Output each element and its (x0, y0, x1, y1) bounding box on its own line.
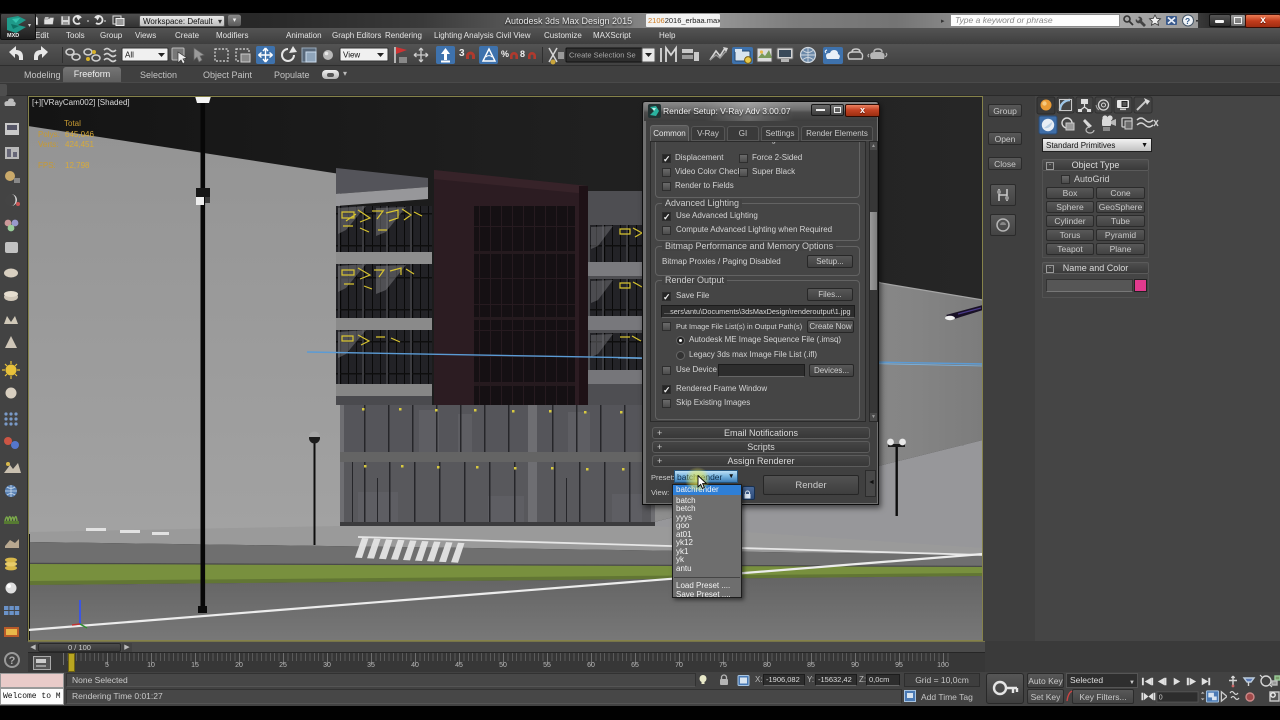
svg-text:3: 3 (459, 48, 465, 59)
svg-text:8: 8 (520, 49, 525, 59)
svg-text:All: All (125, 51, 134, 60)
svg-text:View: View (343, 51, 360, 60)
svg-text:Create Selection Se: Create Selection Se (569, 51, 636, 60)
svg-text:%: % (501, 49, 509, 59)
svg-text:0: 0 (1159, 694, 1163, 701)
svg-text:?: ? (1185, 16, 1190, 26)
